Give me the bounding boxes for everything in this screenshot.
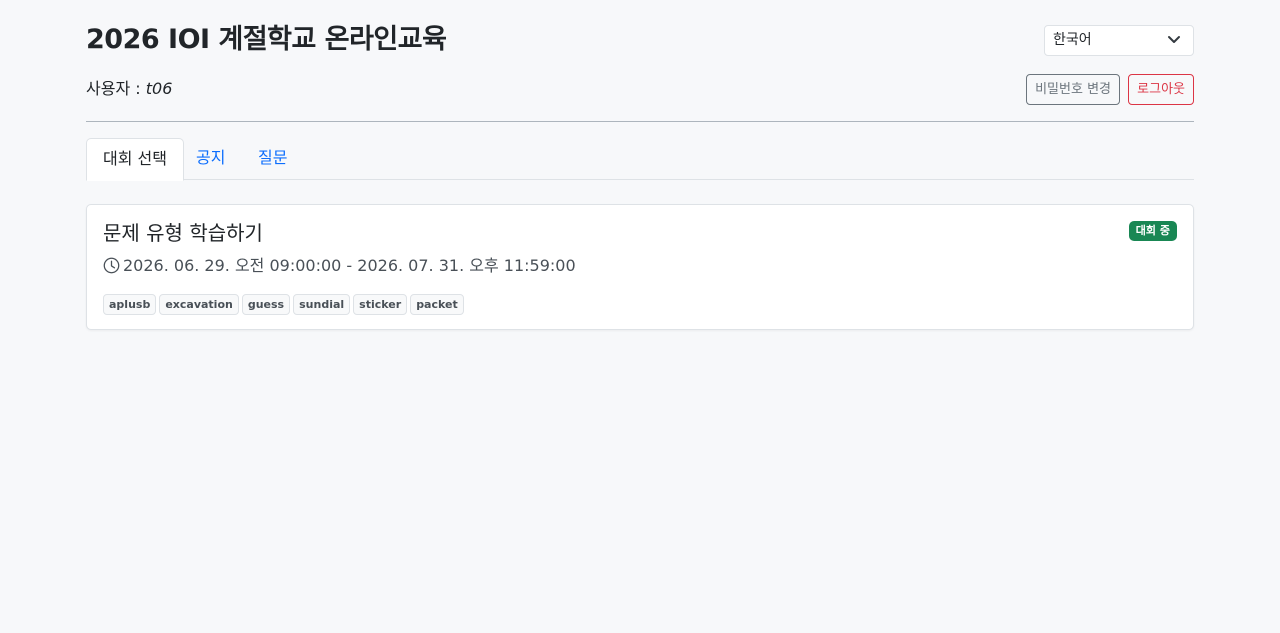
clock-icon [103,257,120,273]
user-label: 사용자 : [86,79,146,98]
contest-time: 2026. 06. 29. 오전 09:00:00 - 2026. 07. 31… [103,255,576,277]
username: t06 [145,79,173,98]
nav-tabs: 대회 선택 공지 질문 [86,138,1194,181]
header-divider [86,121,1194,122]
change-password-button[interactable]: 비밀번호 변경 [1026,74,1120,105]
problem-tag: guess [241,294,291,315]
logout-button[interactable]: 로그아웃 [1128,74,1194,105]
contest-card[interactable]: 문제 유형 학습하기 대회 중 2026. 06. 29. 오전 09:00:0… [86,204,1194,330]
status-badge: 대회 중 [1128,221,1177,241]
problem-tag: sundial [293,294,351,315]
language-select-value: 한국어 [1053,32,1092,48]
problem-tags: aplusb excavation guess sundial sticker packe… [103,293,467,315]
tab-notice[interactable]: 공지 [180,138,241,180]
problem-tag: sticker [353,294,408,315]
problem-tag: packet [410,294,464,315]
chevron-down-icon [1168,36,1180,43]
user-info: 사용자 : t06 [86,78,172,100]
tab-question[interactable]: 질문 [242,138,303,180]
problem-tag: excavation [159,294,239,315]
page-title: 2026 IOI 계절학교 온라인교육 [86,24,447,55]
contest-title[interactable]: 문제 유형 학습하기 [103,220,263,246]
contest-time-range: 2026. 06. 29. 오전 09:00:00 - 2026. 07. 31… [123,256,576,275]
tab-contest-select[interactable]: 대회 선택 [86,138,184,181]
problem-tag: aplusb [103,294,157,315]
language-select[interactable]: 한국어 [1044,25,1194,56]
